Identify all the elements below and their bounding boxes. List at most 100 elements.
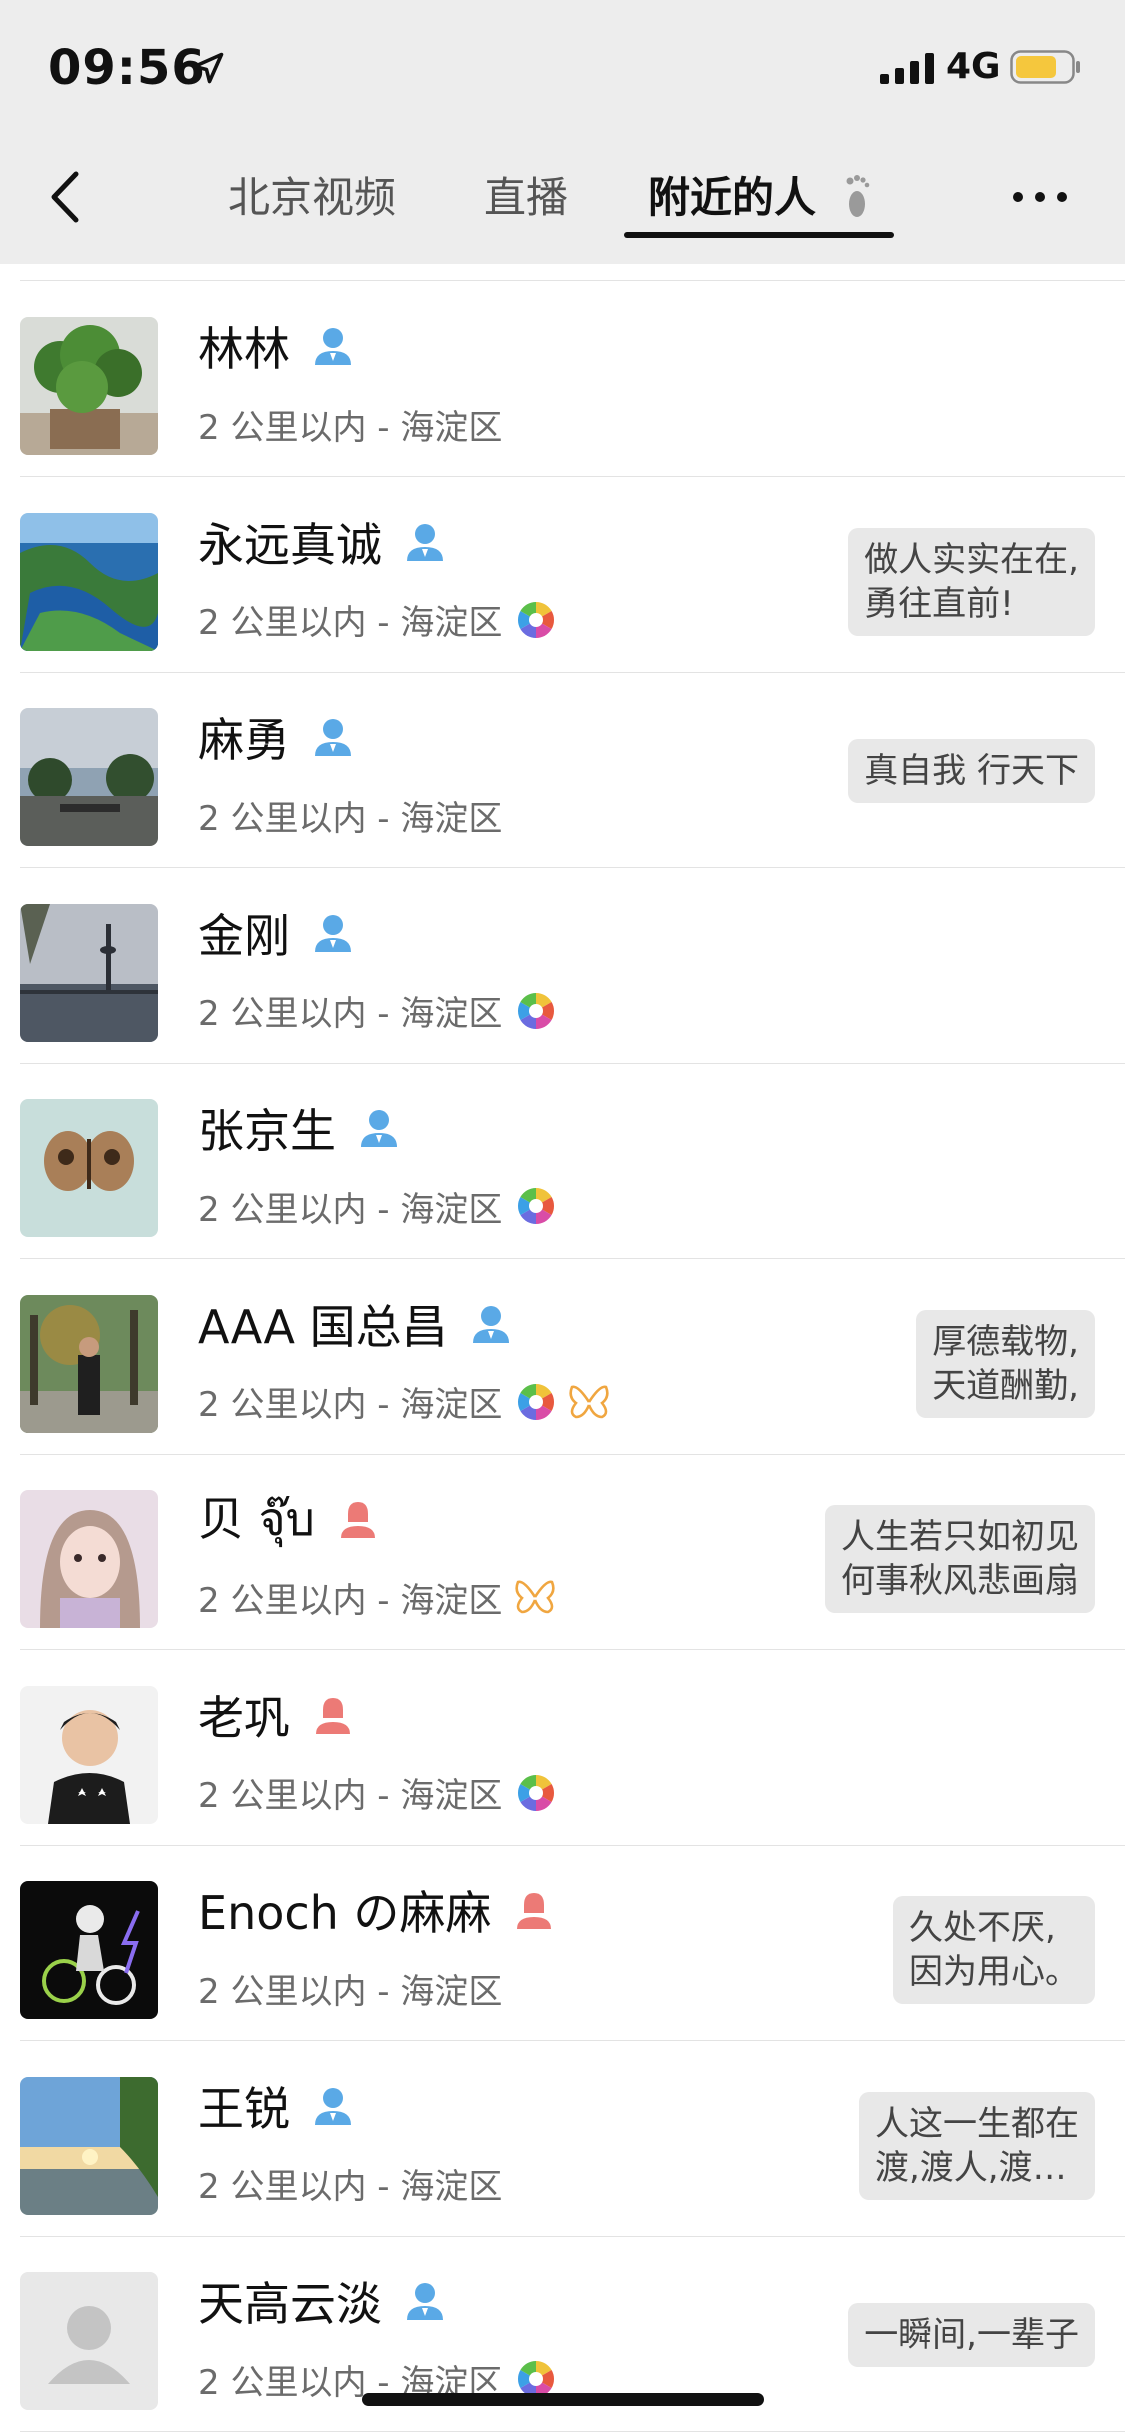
distance-label: 2 公里以内 - 海淀区: [198, 1385, 503, 1425]
person-name: AAA 国总昌: [198, 1299, 448, 1354]
person-name: 贝 จุ๊บ: [198, 1491, 315, 1546]
avatar[interactable]: [20, 1099, 158, 1237]
male-icon: [404, 521, 446, 563]
footprint-icon: [846, 175, 870, 217]
signature-bubble: 做人实实在在, 勇往直前!: [848, 527, 1095, 636]
avatar[interactable]: [20, 1881, 158, 2019]
moments-icon: [516, 600, 556, 640]
battery-icon: [1010, 50, 1080, 84]
person-name: 永远真诚: [198, 517, 382, 572]
list-item[interactable]: 王锐 2 公里以内 - 海淀区 人这一生都在 渡,渡人,渡…: [0, 2042, 1125, 2237]
distance-label: 2 公里以内 - 海淀区: [198, 2167, 503, 2207]
male-icon: [312, 912, 354, 954]
signature-bubble: 人生若只如初见 何事秋风悲画扇: [825, 1505, 1095, 1613]
meta-line: 2 公里以内 - 海淀区: [198, 596, 556, 644]
tab-beijing-video[interactable]: 北京视频: [228, 164, 396, 225]
avatar[interactable]: [20, 708, 158, 846]
meta-line: 2 公里以内 - 海淀区: [198, 1769, 556, 1817]
male-icon: [312, 325, 354, 367]
header: 09:56 4G 北京视频 直播 附近的人: [0, 0, 1125, 264]
name-line: AAA 国总昌: [198, 1294, 512, 1354]
female-icon: [312, 1694, 354, 1736]
list-item[interactable]: 贝 จุ๊บ 2 公里以内 - 海淀区 人生若只如初见 何事秋风悲画扇: [0, 1455, 1125, 1650]
person-name: 林林: [198, 322, 290, 376]
list-item[interactable]: Enoch の麻麻 2 公里以内 - 海淀区 久处不厌, 因为用心。: [0, 1846, 1125, 2041]
person-name: 王锐: [198, 2081, 290, 2136]
meta-line: 2 公里以内 - 海淀区: [198, 1182, 556, 1230]
home-indicator[interactable]: [362, 2393, 764, 2406]
avatar[interactable]: [20, 512, 158, 651]
list-item[interactable]: 麻勇 2 公里以内 - 海淀区 真自我 行天下: [0, 673, 1125, 868]
active-tab-indicator: [624, 232, 894, 238]
male-icon: [312, 2085, 354, 2127]
avatar[interactable]: [20, 2272, 158, 2410]
meta-line: 2 公里以内 - 海淀区: [198, 1378, 610, 1426]
nav-bar: 北京视频 直播 附近的人: [0, 132, 1125, 264]
name-line: Enoch の麻麻: [198, 1880, 555, 1940]
butterfly-icon: [568, 1383, 610, 1421]
row-divider: [20, 2431, 1125, 2432]
avatar[interactable]: [20, 1294, 158, 1433]
person-name: 张京生: [198, 1104, 336, 1158]
name-line: 麻勇: [198, 707, 354, 767]
meta-line: 2 公里以内 - 海淀区: [198, 1964, 502, 2012]
person-name: 天高云淡: [198, 2277, 382, 2331]
male-icon: [470, 1303, 512, 1345]
butterfly-icon: [514, 1578, 556, 1616]
female-icon: [337, 1498, 379, 1540]
name-line: 永远真诚: [198, 512, 446, 572]
name-line: 老巩: [198, 1685, 354, 1745]
person-name: 麻勇: [198, 713, 290, 767]
status-bar: 09:56 4G: [0, 0, 1125, 132]
moments-icon: [516, 1773, 556, 1813]
list-item[interactable]: 张京生 2 公里以内 - 海淀区: [0, 1064, 1125, 1259]
female-icon: [513, 1889, 555, 1931]
avatar[interactable]: [20, 1490, 158, 1628]
list-item[interactable]: 金刚 2 公里以内 - 海淀区: [0, 869, 1125, 1064]
signature-bubble: 人这一生都在 渡,渡人,渡…: [859, 2091, 1095, 2200]
signature-bubble: 厚德载物, 天道酬勤,: [916, 1309, 1095, 1418]
distance-label: 2 公里以内 - 海淀区: [198, 1971, 503, 2012]
person-name: 老巩: [198, 1690, 290, 1745]
list-item[interactable]: 林林 2 公里以内 - 海淀区: [0, 282, 1125, 477]
name-line: 金刚: [198, 903, 354, 963]
name-line: 王锐: [198, 2076, 354, 2136]
avatar[interactable]: [20, 2076, 158, 2215]
distance-label: 2 公里以内 - 海淀区: [198, 1776, 503, 1816]
person-name: Enoch の麻麻: [198, 1886, 492, 1940]
more-options-icon[interactable]: [1010, 182, 1070, 212]
moments-icon: [516, 1382, 556, 1422]
name-line: 林林: [198, 316, 354, 376]
moments-icon: [516, 991, 556, 1031]
distance-label: 2 公里以内 - 海淀区: [198, 603, 503, 643]
avatar[interactable]: [20, 1685, 158, 1824]
list-item[interactable]: 老巩 2 公里以内 - 海淀区: [0, 1651, 1125, 1846]
cellular-signal-icon: [880, 53, 934, 84]
back-button[interactable]: [40, 162, 90, 232]
distance-label: 2 公里以内 - 海淀区: [198, 407, 503, 448]
list-item[interactable]: AAA 国总昌 2 公里以内 - 海淀区 厚德载物, 天道酬勤,: [0, 1260, 1125, 1455]
avatar[interactable]: [20, 317, 158, 455]
signature-bubble: 真自我 行天下: [848, 739, 1095, 803]
name-line: 张京生: [198, 1098, 400, 1158]
list-top-divider: [20, 280, 1125, 281]
tab-nearby-people[interactable]: 附近的人: [648, 164, 816, 225]
tab-live[interactable]: 直播: [484, 164, 568, 225]
avatar[interactable]: [20, 903, 158, 1042]
status-time: 09:56: [48, 40, 206, 96]
signature-bubble: 一瞬间,一辈子: [848, 2303, 1095, 2367]
distance-label: 2 公里以内 - 海淀区: [198, 1580, 503, 1621]
distance-label: 2 公里以内 - 海淀区: [198, 1189, 503, 1230]
network-label: 4G: [946, 46, 1001, 87]
male-icon: [358, 1107, 400, 1149]
name-line: 贝 จุ๊บ: [198, 1489, 379, 1549]
meta-line: 2 公里以内 - 海淀区: [198, 2160, 502, 2208]
male-icon: [312, 716, 354, 758]
list-item[interactable]: 永远真诚 2 公里以内 - 海淀区 做人实实在在, 勇往直前!: [0, 478, 1125, 673]
distance-label: 2 公里以内 - 海淀区: [198, 798, 503, 839]
male-icon: [404, 2280, 446, 2322]
signature-bubble: 久处不厌, 因为用心。: [893, 1896, 1095, 2004]
person-name: 金刚: [198, 908, 290, 963]
meta-line: 2 公里以内 - 海淀区: [198, 400, 502, 448]
moments-icon: [516, 1186, 556, 1226]
